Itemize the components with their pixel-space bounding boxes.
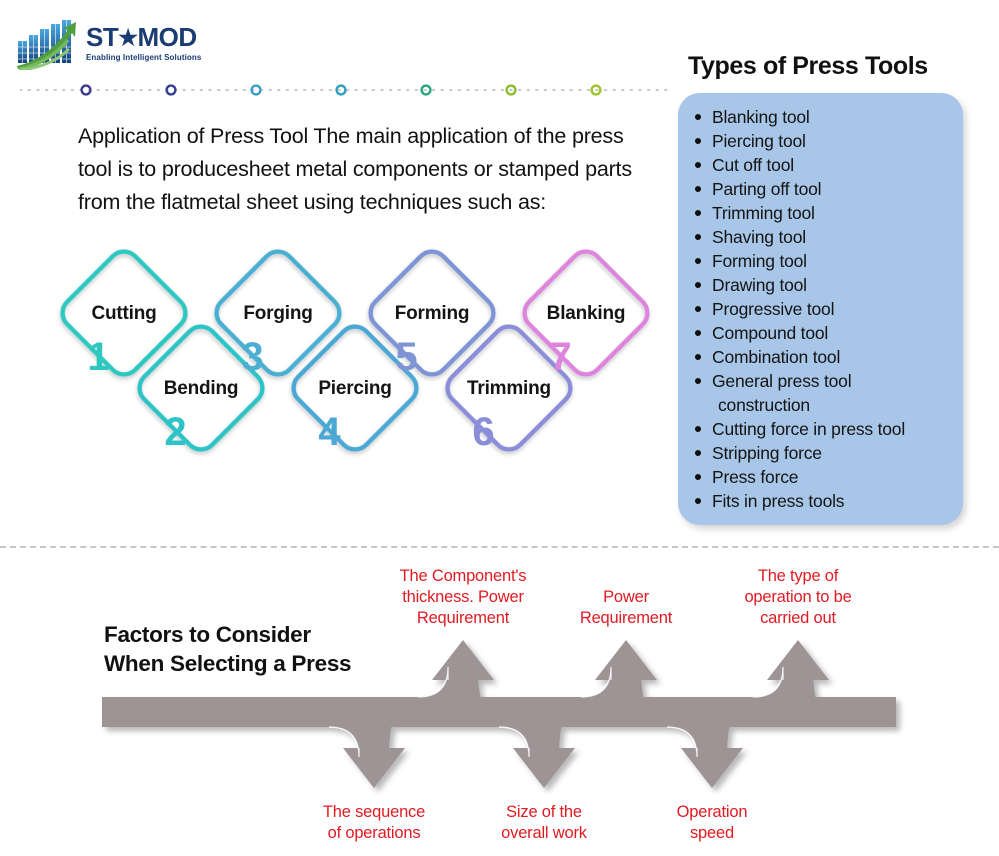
types-list: Blanking tool Piercing tool Cut off tool Pa… xyxy=(678,93,963,513)
types-list-item: Shaving tool xyxy=(695,225,955,249)
types-list-item: Press force xyxy=(695,465,955,489)
types-panel-title: Types of Press Tools xyxy=(688,52,928,80)
types-list-item: Forming tool xyxy=(695,249,955,273)
process-label-piercing: Piercing xyxy=(318,378,392,399)
types-list-item: Cutting force in press tool xyxy=(695,417,955,441)
flow-arrow-down-3 xyxy=(667,697,757,788)
flow-heading-line1: Factors to Consider xyxy=(104,622,311,647)
process-number-5: 5 xyxy=(395,335,417,379)
flow-caption-up_captions-3: The type of operation to be carried out xyxy=(744,567,852,627)
flow-caption-up_captions-1: The Component's thickness. Power Requireme… xyxy=(399,567,527,627)
flow-arrow-down-1-seam xyxy=(328,726,360,758)
process-label-bending: Bending xyxy=(163,378,239,399)
star-icon: ★ xyxy=(118,25,138,50)
process-number-6: 6 xyxy=(472,410,494,454)
flow-arrow-down-2-seam xyxy=(498,726,530,758)
process-number-1: 1 xyxy=(87,335,109,379)
flow-caption-up_captions-2: Power Requirement xyxy=(579,588,673,627)
process-label-trimming: Trimming xyxy=(467,378,551,399)
bar-chart-growth-arrow-icon xyxy=(16,18,86,72)
process-label-forming: Forming xyxy=(394,303,470,324)
process-label-blanking: Blanking xyxy=(546,303,626,324)
types-list-item: General press tool xyxy=(695,369,955,393)
flow-heading-line2: When Selecting a Press xyxy=(104,651,352,676)
flow-heading: Factors to Consider When Selecting a Pre… xyxy=(104,620,404,678)
process-label-cutting: Cutting xyxy=(91,303,157,324)
flow-arrow-up-3 xyxy=(753,640,843,727)
process-number-2: 2 xyxy=(164,410,186,454)
flow-caption-down_captions-1: The sequence of operations xyxy=(322,803,426,842)
types-list-item: Cut off tool xyxy=(695,153,955,177)
flow-main-bar xyxy=(102,697,896,727)
flow-arrow-up-2-seam xyxy=(580,666,612,698)
process-chain-diagram: Cutting 1 Bending 2 Forging 3 Piercing 4 Forming… xyxy=(18,238,668,478)
types-list-item: Piercing tool xyxy=(695,129,955,153)
types-list-item: construction xyxy=(718,395,810,415)
dotted-divider-rule xyxy=(19,78,671,102)
types-panel: Blanking tool Piercing tool Cut off tool Pa… xyxy=(678,93,963,525)
brand-logo: ST★MOD Enabling Intelligent Solutions xyxy=(16,18,216,76)
process-number-7: 7 xyxy=(549,335,571,379)
types-list-item: Fits in press tools xyxy=(695,489,955,513)
flow-caption-down_captions-3: Operation speed xyxy=(676,803,748,842)
brand-tagline: Enabling Intelligent Solutions xyxy=(86,53,202,62)
brand-wordmark: ST★MOD Enabling Intelligent Solutions xyxy=(86,24,216,62)
infographic-page: ST★MOD Enabling Intelligent Solutions Ap… xyxy=(0,0,999,856)
flow-arrow-down-1 xyxy=(329,697,419,788)
types-list-item: Compound tool xyxy=(695,321,955,345)
flow-caption-down_captions-2: Size of the overall work xyxy=(501,803,587,842)
process-number-4: 4 xyxy=(318,410,340,454)
brand-name-part2: MOD xyxy=(137,22,197,52)
types-list-item: Trimming tool xyxy=(695,201,955,225)
brand-name-part1: ST xyxy=(86,22,119,52)
types-list-item: Blanking tool xyxy=(695,105,955,129)
types-list-item: Stripping force xyxy=(695,441,955,465)
types-list-item: Progressive tool xyxy=(695,297,955,321)
intro-paragraph: Application of Press Tool The main appli… xyxy=(78,124,632,214)
flow-arrow-up-2 xyxy=(581,640,671,727)
types-list-item: Combination tool xyxy=(695,345,955,369)
flow-arrow-down-3-seam xyxy=(666,726,698,758)
section-divider xyxy=(0,546,999,548)
flow-arrow-up-1-seam xyxy=(417,666,449,698)
process-number-3: 3 xyxy=(241,335,263,379)
types-list-item: Drawing tool xyxy=(695,273,955,297)
process-label-forging: Forging xyxy=(243,303,313,324)
flow-arrow-up-3-seam xyxy=(752,666,784,698)
flow-arrow-down-2 xyxy=(499,697,589,788)
flow-arrow-up-1 xyxy=(418,640,508,727)
types-list-item: Parting off tool xyxy=(695,177,955,201)
